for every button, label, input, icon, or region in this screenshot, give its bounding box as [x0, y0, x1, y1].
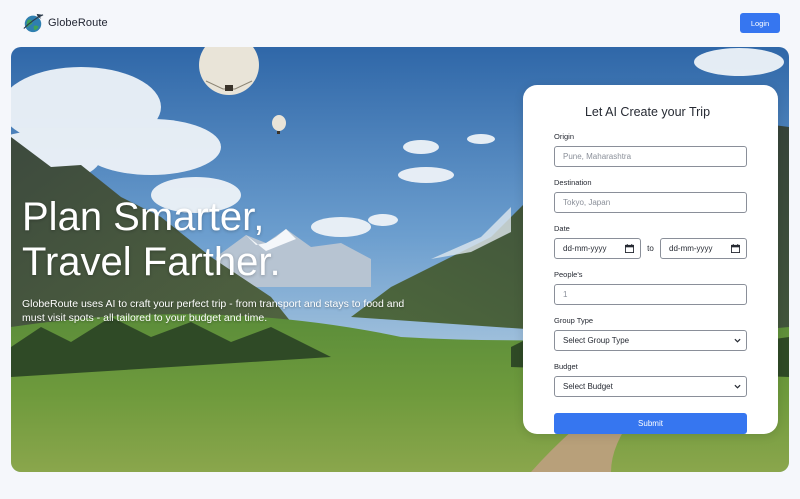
group-type-select[interactable]: Select Group Type: [554, 330, 747, 351]
date-field: Date dd-mm-yyyy to dd-mm-yyyy: [554, 224, 747, 259]
brand[interactable]: GlobeRoute: [22, 12, 108, 34]
budget-field: Budget Select Budget: [554, 362, 747, 397]
people-field: People's 1: [554, 270, 747, 305]
login-button[interactable]: Login: [740, 13, 780, 33]
calendar-icon[interactable]: [625, 244, 634, 253]
calendar-icon[interactable]: [731, 244, 740, 253]
chevron-down-icon: [734, 384, 741, 389]
date-to-input[interactable]: dd-mm-yyyy: [660, 238, 747, 259]
people-label: People's: [554, 270, 583, 279]
destination-input[interactable]: Tokyo, Japan: [554, 192, 747, 213]
date-to-text: to: [647, 244, 654, 253]
origin-field: Origin Pune, Maharashtra: [554, 132, 747, 167]
globe-logo-icon: [23, 13, 44, 33]
chevron-down-icon: [734, 338, 741, 343]
group-type-field: Group Type Select Group Type: [554, 316, 747, 351]
hero-title-line1: Plan Smarter,: [22, 195, 265, 239]
brand-name: GlobeRoute: [48, 17, 108, 29]
hero-title-line2: Travel Farther.: [22, 240, 281, 284]
trip-form-card: Let AI Create your Trip Origin Pune, Mah…: [523, 85, 778, 434]
people-input[interactable]: 1: [554, 284, 747, 305]
budget-selected: Select Budget: [563, 382, 613, 391]
hero-subtitle-line1: GlobeRoute uses AI to craft your perfect…: [22, 298, 405, 310]
group-type-label: Group Type: [554, 316, 594, 325]
date-label: Date: [554, 224, 570, 233]
hero-section: Plan Smarter, Travel Farther. GlobeRoute…: [11, 47, 789, 472]
origin-label: Origin: [554, 132, 575, 141]
hero-title: Plan Smarter, Travel Farther.: [22, 195, 281, 285]
hero-subtitle: GlobeRoute uses AI to craft your perfect…: [22, 297, 422, 325]
budget-select[interactable]: Select Budget: [554, 376, 747, 397]
date-from-input[interactable]: dd-mm-yyyy: [554, 238, 641, 259]
budget-label: Budget: [554, 362, 578, 371]
date-range-row: dd-mm-yyyy to dd-mm-yyyy: [554, 238, 747, 259]
top-navbar: GlobeRoute Login: [0, 0, 800, 46]
form-title: Let AI Create your Trip: [584, 105, 711, 119]
hero-subtitle-line2: must visit spots - all tailored to your …: [22, 312, 268, 324]
date-from-placeholder: dd-mm-yyyy: [563, 244, 607, 253]
date-to-placeholder: dd-mm-yyyy: [669, 244, 713, 253]
group-type-selected: Select Group Type: [563, 336, 630, 345]
submit-button[interactable]: Submit: [554, 413, 747, 434]
destination-field: Destination Tokyo, Japan: [554, 178, 747, 213]
origin-input[interactable]: Pune, Maharashtra: [554, 146, 747, 167]
destination-label: Destination: [554, 178, 592, 187]
